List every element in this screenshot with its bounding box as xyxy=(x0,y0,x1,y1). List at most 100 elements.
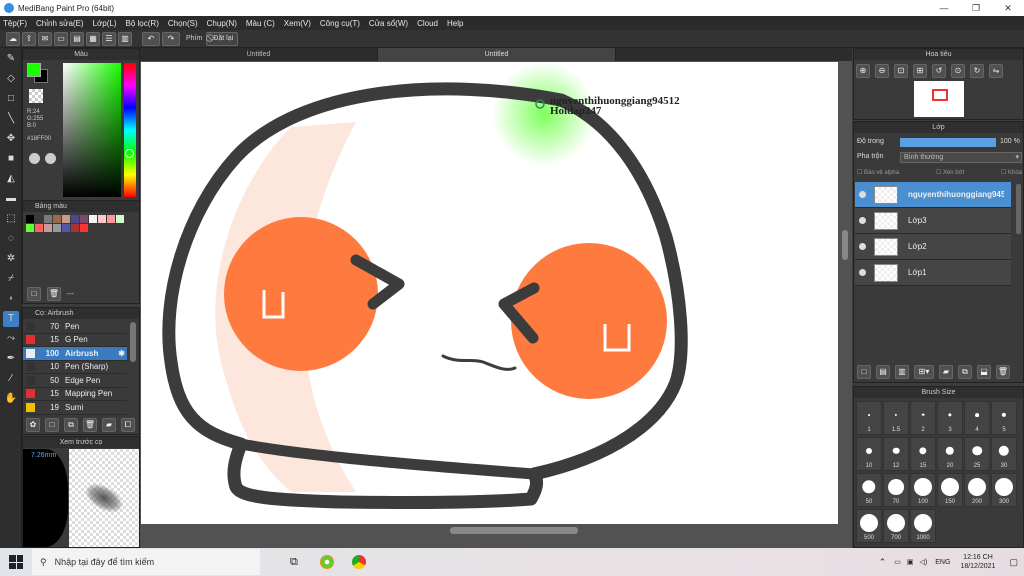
page-icon[interactable]: ▤ xyxy=(70,31,84,46)
operation-tool-icon[interactable]: ⤳ xyxy=(3,331,19,347)
network-icon[interactable]: ▣ xyxy=(907,558,914,566)
visibility-eye-icon[interactable] xyxy=(859,243,866,250)
list-icon[interactable]: ☰ xyxy=(102,31,116,46)
layer-menu-icon[interactable]: ⊞▾ xyxy=(914,365,934,379)
brush-size-cell[interactable]: 100 xyxy=(910,473,936,507)
layer-folder-icon[interactable]: ▰ xyxy=(939,365,953,379)
brush-size-cell[interactable]: 150 xyxy=(937,473,963,507)
brush-size-cell[interactable]: 2 xyxy=(910,401,936,435)
hand-tool-icon[interactable]: ✋ xyxy=(3,391,19,407)
brush-size-cell[interactable]: 25 xyxy=(964,437,990,471)
menu-window[interactable]: Cửa sổ(W) xyxy=(369,19,408,28)
chevron-up-icon[interactable]: ⌃ xyxy=(879,557,887,568)
comment-icon[interactable]: ✉ xyxy=(38,31,52,46)
fill-rect-tool-icon[interactable]: ■ xyxy=(3,151,19,167)
select-tool-icon[interactable]: ⬚ xyxy=(3,211,19,227)
chrome-icon[interactable] xyxy=(351,555,366,569)
brush-size-cell[interactable]: 700 xyxy=(883,509,909,543)
reset-button[interactable]: ⃠ Đặt lại xyxy=(206,31,239,46)
menu-edit[interactable]: Chỉnh sửa(E) xyxy=(36,19,84,28)
brush-size-cell[interactable]: 4 xyxy=(964,401,990,435)
rotate-left-icon[interactable]: ↺ xyxy=(932,64,946,78)
drawing-canvas[interactable]: nguyenthihuonggiang94512 Hoidap247 xyxy=(141,62,838,524)
visibility-eye-icon[interactable] xyxy=(859,269,866,276)
layout-icon[interactable]: ▥ xyxy=(118,31,132,46)
undo-icon[interactable]: ↶ xyxy=(142,31,160,46)
eraser-tool-icon[interactable]: ◇ xyxy=(3,71,19,87)
divide-tool-icon[interactable]: ✒ xyxy=(3,351,19,367)
fit-icon[interactable]: ⊡ xyxy=(894,64,908,78)
hue-handle[interactable] xyxy=(125,149,134,158)
volume-icon[interactable]: ◁) xyxy=(920,558,928,566)
palette-swatch[interactable] xyxy=(62,224,70,232)
layer-scrollbar[interactable] xyxy=(1016,184,1021,234)
minimize-button[interactable]: — xyxy=(928,0,960,16)
layer-row[interactable]: Lớp3 xyxy=(855,208,1011,234)
chat-icon[interactable]: ▭ xyxy=(54,31,68,46)
vertical-scrollbar[interactable] xyxy=(842,230,848,260)
move-tool-icon[interactable]: ✥ xyxy=(3,131,19,147)
select-eraser-icon[interactable]: ⬫ xyxy=(3,291,19,307)
lasso-tool-icon[interactable]: ◌ xyxy=(3,231,19,247)
saturation-value-square[interactable] xyxy=(63,63,121,197)
eyedropper-icon[interactable]: ⁄ xyxy=(3,371,19,387)
palette-swatch[interactable] xyxy=(116,215,124,223)
palette-swatch[interactable] xyxy=(107,215,115,223)
brush-item-sumi[interactable]: 19 Sumi xyxy=(23,401,127,415)
palette-swatch[interactable] xyxy=(26,224,34,232)
palette-swatch[interactable] xyxy=(98,215,106,223)
brush-size-cell[interactable]: 3 xyxy=(937,401,963,435)
color-wheel-icon[interactable] xyxy=(45,153,56,164)
new-text-layer-icon[interactable]: ▥ xyxy=(895,365,909,379)
menu-color[interactable]: Màu (C) xyxy=(246,19,275,28)
brush-size-cell[interactable]: 50 xyxy=(856,473,882,507)
brush-size-cell[interactable]: 5 xyxy=(991,401,1017,435)
windows-start-icon[interactable] xyxy=(9,555,23,569)
brush-item-mapping-pen[interactable]: 15 Mapping Pen xyxy=(23,388,127,401)
clock[interactable]: 12:16 CH 18/12/2021 xyxy=(960,553,995,571)
add-brush-icon[interactable]: ✿ xyxy=(26,418,40,432)
battery-icon[interactable]: ▭ xyxy=(894,558,901,566)
task-view-icon[interactable]: ⧉ xyxy=(290,556,298,569)
rotate-right-icon[interactable]: ↻ xyxy=(970,64,984,78)
merge-layer-icon[interactable]: ⬓ xyxy=(977,365,991,379)
protect-alpha-checkbox[interactable]: ☐ Bảo vệ alpha xyxy=(857,169,899,176)
palette-swatch[interactable] xyxy=(53,224,61,232)
foreground-color-swatch[interactable] xyxy=(27,63,41,77)
tab-untitled-1[interactable]: Untitled xyxy=(140,48,378,61)
select-pen-icon[interactable]: ⌿ xyxy=(3,271,19,287)
redo-icon[interactable]: ↷ xyxy=(162,31,180,46)
taskbar-search[interactable]: ⚲ Nhập tại đây để tìm kiếm xyxy=(32,549,260,575)
brush-size-cell[interactable]: 1 xyxy=(856,401,882,435)
settings-gear-icon[interactable]: ✱ xyxy=(118,349,125,358)
language-indicator[interactable]: ENG xyxy=(935,559,950,566)
flip-icon[interactable]: ⇋ xyxy=(989,64,1003,78)
menu-capture[interactable]: Chụp(N) xyxy=(207,19,237,28)
brush-size-cell[interactable]: 500 xyxy=(856,509,882,543)
brush-size-cell[interactable]: 70 xyxy=(883,473,909,507)
zoom-out-icon[interactable]: ⊖ xyxy=(875,64,889,78)
brush-item-airbrush[interactable]: 100 Airbrush ✱ xyxy=(23,347,127,361)
palette-swatch[interactable] xyxy=(44,224,52,232)
palette-swatch[interactable] xyxy=(80,215,88,223)
layer-row[interactable]: nguyenthihuonggiang94512 xyxy=(855,182,1011,208)
duplicate-layer-icon[interactable]: ⧉ xyxy=(958,365,972,379)
grid-icon[interactable]: ▦ xyxy=(86,31,100,46)
menu-tools[interactable]: Công cụ(T) xyxy=(320,19,360,28)
gradient-tool-icon[interactable]: ▬ xyxy=(3,191,19,207)
visibility-eye-icon[interactable] xyxy=(859,217,866,224)
new-layer-icon[interactable]: □ xyxy=(857,365,871,379)
bucket-tool-icon[interactable]: ◭ xyxy=(3,171,19,187)
text-tool-icon[interactable]: T xyxy=(3,311,19,327)
brush-size-cell[interactable]: 1.5 xyxy=(883,401,909,435)
layer-row[interactable]: Lớp1 xyxy=(855,260,1011,286)
transparent-color-swatch[interactable] xyxy=(29,89,43,103)
palette-swatch[interactable] xyxy=(53,215,61,223)
brush-item-pen-sharp[interactable]: 10 Pen (Sharp) xyxy=(23,361,127,374)
rotate-reset-icon[interactable]: ⊙ xyxy=(951,64,965,78)
clip-checkbox[interactable]: ☐ Xén bớt xyxy=(936,169,964,176)
hue-slider[interactable] xyxy=(124,63,136,197)
tab-untitled-2[interactable]: Untitled xyxy=(378,48,616,61)
navigator-thumbnail[interactable] xyxy=(914,81,964,117)
brush-item-edge-pen[interactable]: 50 Edge Pen xyxy=(23,374,127,388)
